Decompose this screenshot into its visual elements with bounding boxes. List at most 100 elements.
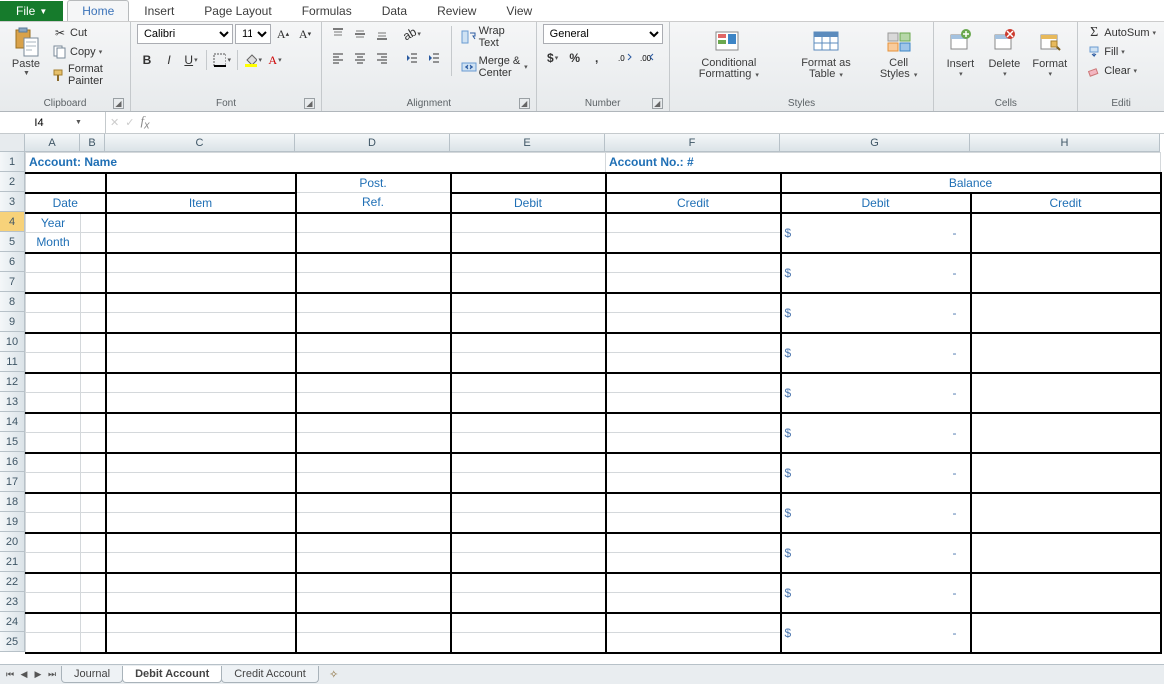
cell[interactable] [81,513,106,533]
format-painter-button[interactable]: Format Painter [50,62,124,88]
cell[interactable] [451,513,606,533]
cell[interactable] [296,373,451,393]
cell[interactable] [606,493,781,513]
cell[interactable]: $- [781,453,971,493]
cell[interactable] [26,613,81,633]
cell[interactable] [606,373,781,393]
row-header[interactable]: 7 [0,272,25,292]
dialog-launcher-icon[interactable]: ◢ [652,98,663,109]
tab-insert[interactable]: Insert [129,0,189,21]
row-header[interactable]: 22 [0,572,25,592]
cell[interactable] [106,533,296,553]
cell[interactable] [451,273,606,293]
cell[interactable] [606,633,781,653]
new-sheet-icon[interactable]: ✧ [325,668,343,681]
cell[interactable] [106,593,296,613]
cell[interactable] [81,373,106,393]
comma-button[interactable]: , [587,48,607,68]
cell[interactable] [296,433,451,453]
cell[interactable] [451,573,606,593]
cell[interactable]: Credit [606,193,781,213]
cell[interactable] [106,293,296,313]
tab-home[interactable]: Home [67,0,129,21]
cell[interactable] [26,253,81,273]
cell[interactable] [971,213,1161,253]
cell[interactable] [606,333,781,353]
cell[interactable] [296,293,451,313]
row-header[interactable]: 9 [0,312,25,332]
cell[interactable] [106,473,296,493]
cell[interactable] [106,393,296,413]
row-header[interactable]: 6 [0,252,25,272]
cell[interactable] [106,253,296,273]
row-header[interactable]: 20 [0,532,25,552]
cell[interactable] [26,173,106,193]
cell[interactable] [106,413,296,433]
row-header[interactable]: 21 [0,552,25,572]
cell[interactable] [971,373,1161,413]
cell[interactable] [451,213,606,233]
cell-styles-button[interactable]: Cell Styles ▾ [870,24,928,83]
cell[interactable] [26,513,81,533]
cell[interactable] [106,513,296,533]
cell[interactable] [106,573,296,593]
number-format-combo[interactable]: General [543,24,663,44]
cell[interactable] [971,533,1161,573]
cell[interactable] [451,233,606,253]
shrink-font-button[interactable]: A▾ [295,24,315,44]
cell[interactable] [296,553,451,573]
cell[interactable] [81,413,106,433]
column-header[interactable]: A [25,134,80,152]
cell[interactable] [606,233,781,253]
chevron-down-icon[interactable]: ▼ [75,119,82,126]
cell[interactable] [26,333,81,353]
cell[interactable] [81,293,106,313]
cell[interactable] [26,533,81,553]
cell[interactable] [606,173,781,193]
cell[interactable] [26,353,81,373]
sheet-tab-credit[interactable]: Credit Account [221,666,319,683]
cell[interactable] [451,333,606,353]
cell[interactable] [81,353,106,373]
cell[interactable] [296,473,451,493]
row-header[interactable]: 3 [0,192,25,212]
cell[interactable] [451,553,606,573]
autosum-button[interactable]: Σ AutoSum▾ [1084,24,1158,42]
cell[interactable] [451,433,606,453]
cell[interactable] [81,453,106,473]
cell[interactable] [81,573,106,593]
cell[interactable] [26,593,81,613]
column-header[interactable]: E [450,134,605,152]
clear-button[interactable]: Clear▾ [1084,62,1139,80]
cell[interactable] [296,353,451,373]
formula-input[interactable] [153,112,1164,133]
align-top-button[interactable] [328,24,348,44]
row-header[interactable]: 13 [0,392,25,412]
cell[interactable] [106,433,296,453]
column-header[interactable]: G [780,134,970,152]
cell[interactable] [451,313,606,333]
cell[interactable] [971,613,1161,653]
column-header[interactable]: F [605,134,780,152]
cell[interactable] [296,413,451,433]
fill-button[interactable]: Fill▾ [1084,43,1127,61]
tab-file[interactable]: File ▼ [0,1,63,21]
cell[interactable] [296,573,451,593]
cell[interactable] [296,493,451,513]
cell[interactable] [296,253,451,273]
cell[interactable] [81,433,106,453]
tab-next-icon[interactable]: ▶ [32,669,44,680]
cell[interactable] [106,213,296,233]
cell[interactable]: Credit [971,193,1161,213]
cell[interactable] [606,293,781,313]
row-header[interactable]: 11 [0,352,25,372]
cell[interactable]: Date [26,193,106,213]
cell[interactable] [451,293,606,313]
tab-last-icon[interactable]: ⏭ [46,669,58,680]
cell[interactable] [81,333,106,353]
cell[interactable] [606,453,781,473]
dialog-launcher-icon[interactable]: ◢ [304,98,315,109]
font-color-button[interactable]: A▾ [265,50,285,70]
cell[interactable] [106,233,296,253]
cell[interactable] [26,573,81,593]
